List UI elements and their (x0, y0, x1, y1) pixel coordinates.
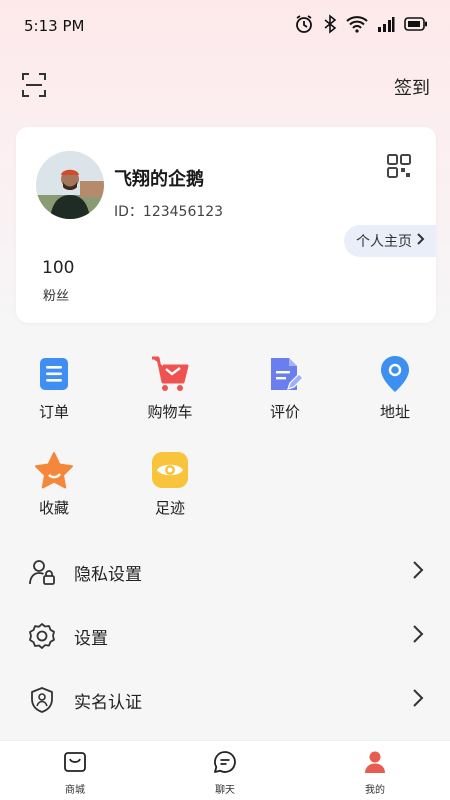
top-bar: 签到 (0, 66, 450, 108)
shortcut-label: 订单 (38, 403, 69, 421)
signal-icon (377, 16, 395, 36)
tab-mine[interactable]: 我的 (300, 741, 450, 800)
cart-icon (150, 354, 190, 394)
shortcut-label: 地址 (379, 403, 410, 421)
shield-icon (28, 686, 56, 714)
fans-label: 粉丝 (43, 289, 70, 304)
gear-icon (28, 622, 56, 650)
menu-label: 隐私设置 (74, 564, 142, 585)
chevron-right-icon (412, 688, 424, 712)
review-icon (265, 354, 305, 394)
tab-label: 聊天 (215, 785, 235, 796)
shortcut-order[interactable]: 订单 (14, 354, 94, 422)
shortcut-address[interactable]: 地址 (355, 354, 435, 422)
chevron-right-icon (416, 232, 426, 250)
shop-icon (63, 750, 87, 778)
location-icon (375, 354, 415, 394)
privacy-icon (28, 558, 56, 586)
tab-label: 我的 (365, 785, 385, 796)
scan-icon[interactable] (20, 71, 48, 103)
chevron-right-icon (412, 624, 424, 648)
menu-item-settings[interactable]: 设置 (0, 604, 450, 668)
shortcut-label: 购物车 (147, 403, 193, 421)
bluetooth-icon (323, 14, 337, 38)
eye-icon (150, 450, 190, 490)
homepage-button[interactable]: 个人主页 (344, 225, 436, 257)
bottom-tab-bar: 商城 聊天 我的 (0, 740, 450, 800)
status-bar: 5:13 PM (0, 0, 450, 52)
star-icon (34, 450, 74, 490)
status-time: 5:13 PM (24, 17, 85, 35)
shortcut-cart[interactable]: 购物车 (130, 354, 210, 422)
chevron-right-icon (412, 560, 424, 584)
user-icon (363, 750, 387, 778)
shortcut-label: 足迹 (154, 499, 185, 517)
shortcut-label: 收藏 (38, 499, 69, 517)
menu-label: 设置 (74, 628, 108, 649)
tab-chat[interactable]: 聊天 (150, 741, 300, 800)
shortcut-footprints[interactable]: 足迹 (130, 450, 210, 518)
avatar[interactable] (36, 151, 104, 219)
checkin-button[interactable]: 签到 (394, 74, 430, 100)
order-icon (34, 354, 74, 394)
fans-count[interactable]: 100 (42, 258, 74, 278)
homepage-label: 个人主页 (356, 234, 412, 250)
qr-code-icon[interactable] (386, 153, 412, 183)
alarm-icon (294, 14, 314, 38)
shortcut-review[interactable]: 评价 (245, 354, 325, 422)
user-name: 飞翔的企鹅 (114, 169, 204, 190)
shortcut-favorites[interactable]: 收藏 (14, 450, 94, 518)
menu-item-verification[interactable]: 实名认证 (0, 668, 450, 732)
tab-shop[interactable]: 商城 (0, 741, 150, 800)
user-id: ID：123456123 (114, 204, 224, 220)
chat-icon (213, 750, 237, 778)
shortcut-label: 评价 (269, 403, 300, 421)
wifi-icon (346, 15, 368, 37)
menu-label: 实名认证 (74, 692, 142, 713)
tab-label: 商城 (65, 785, 85, 796)
profile-card: 飞翔的企鹅 ID：123456123 个人主页 100 粉丝 (16, 127, 436, 323)
battery-icon (404, 17, 428, 35)
menu-item-privacy[interactable]: 隐私设置 (0, 540, 450, 604)
